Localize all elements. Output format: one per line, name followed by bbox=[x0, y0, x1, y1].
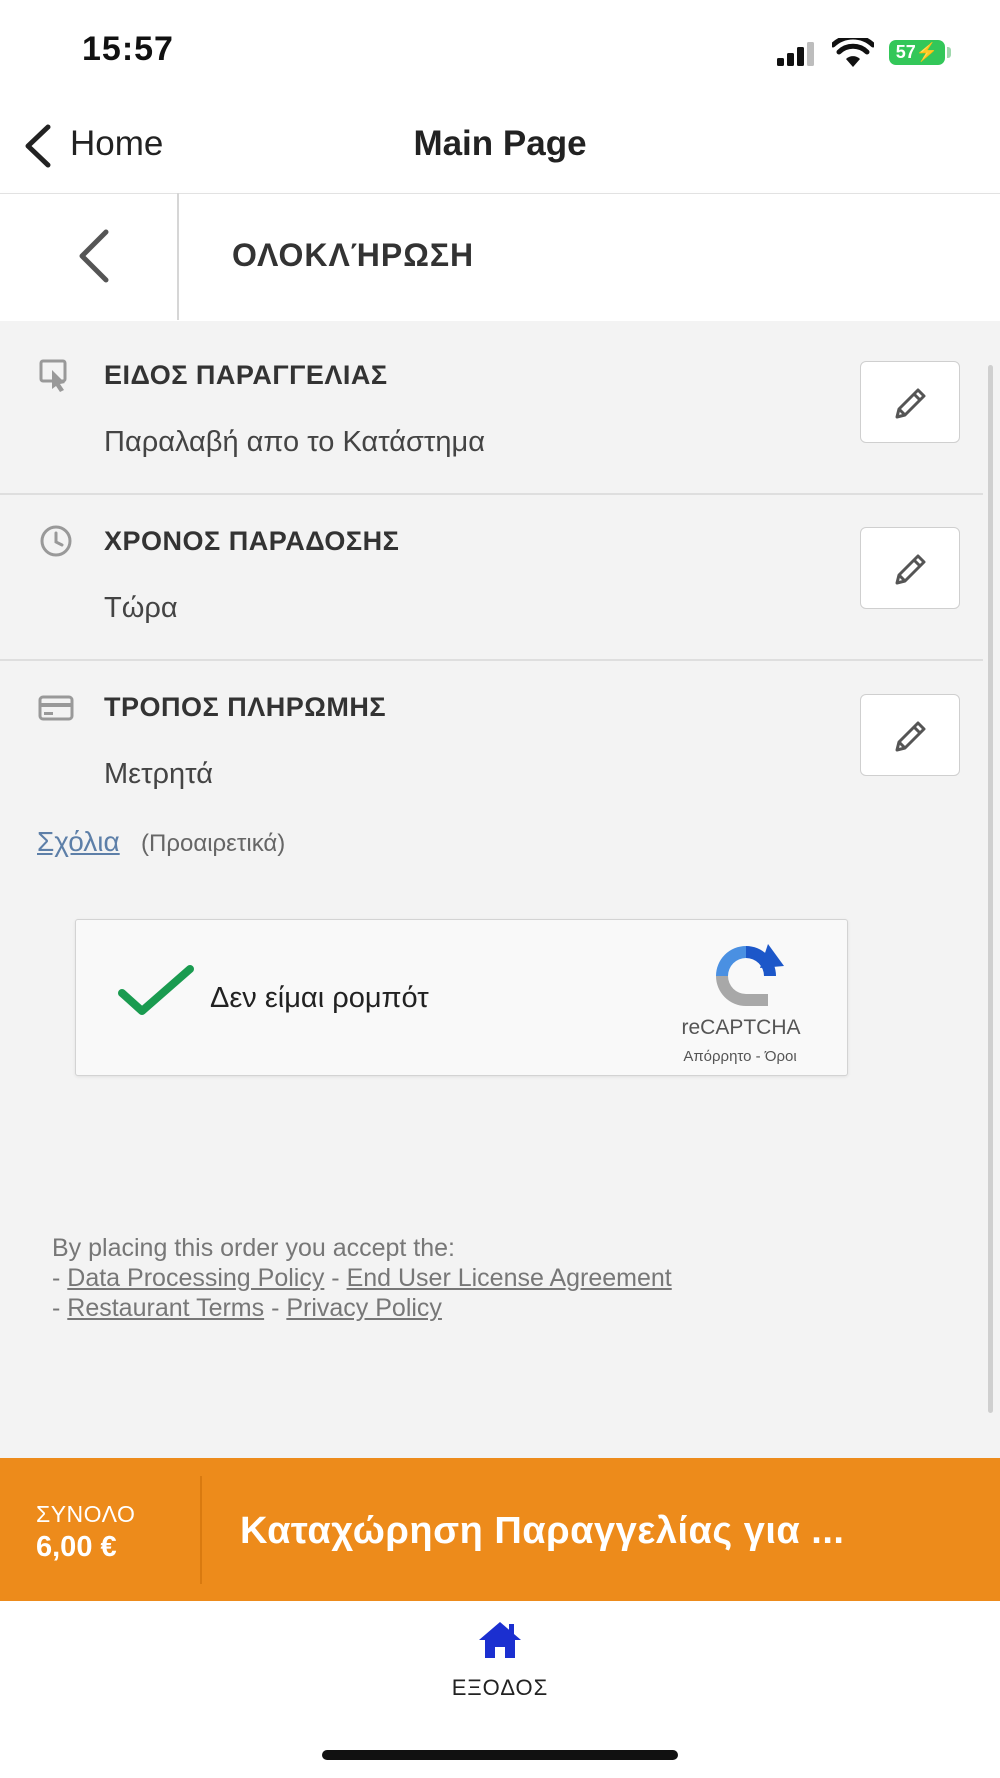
payment-method-value: Μετρητά bbox=[104, 758, 213, 790]
signal-icon bbox=[777, 42, 814, 66]
total-value: 6,00 € bbox=[36, 1531, 117, 1563]
battery-tip bbox=[947, 47, 951, 58]
delivery-time-value: Τώρα bbox=[104, 592, 178, 624]
pencil-icon bbox=[895, 721, 926, 752]
scrollbar[interactable] bbox=[988, 365, 993, 1413]
section-divider bbox=[0, 493, 983, 495]
clock-icon bbox=[40, 525, 72, 557]
recaptcha-privacy-link[interactable]: Απόρρητο bbox=[683, 1048, 751, 1065]
recaptcha-logo-icon bbox=[716, 944, 784, 1006]
recaptcha-links: Απόρρητο - Όροι bbox=[640, 1048, 840, 1065]
legal-separator: - bbox=[264, 1294, 287, 1322]
restaurant-terms-link[interactable]: Restaurant Terms bbox=[67, 1294, 264, 1322]
charging-icon: ⚡ bbox=[915, 42, 939, 62]
section-divider bbox=[0, 659, 983, 661]
legal-intro: By placing this order you accept the: bbox=[52, 1234, 456, 1262]
pencil-icon bbox=[895, 554, 926, 585]
checkmark-icon[interactable] bbox=[118, 963, 194, 1019]
delivery-time-title: ΧΡΟΝΟΣ ΠΑΡΑΔΟΣΗΣ bbox=[104, 526, 400, 556]
payment-method-title: ΤΡΟΠΟΣ ΠΛΗΡΩΜΗΣ bbox=[104, 692, 387, 722]
legal-line-2: - Restaurant Terms - Privacy Policy bbox=[52, 1293, 442, 1323]
header-divider bbox=[177, 193, 179, 320]
exit-tab-label[interactable]: ΕΞΟΔΟΣ bbox=[0, 1675, 1000, 1701]
total-label: ΣΥΝΟΛΟ bbox=[36, 1501, 136, 1527]
page-header bbox=[0, 193, 1000, 321]
recaptcha-label: Δεν είμαι ρομπότ bbox=[210, 982, 429, 1014]
hand-pointer-icon bbox=[39, 359, 67, 392]
recaptcha-terms-link[interactable]: Όροι bbox=[765, 1048, 797, 1065]
home-icon[interactable] bbox=[477, 1620, 523, 1660]
battery-level: 57 bbox=[895, 42, 916, 62]
legal-separator: - bbox=[324, 1264, 347, 1292]
nav-title: Main Page bbox=[413, 124, 587, 163]
edit-order-type-button[interactable] bbox=[860, 361, 960, 443]
comments-link[interactable]: Σχόλια bbox=[37, 826, 120, 858]
credit-card-icon bbox=[38, 695, 74, 721]
eula-link[interactable]: End User License Agreement bbox=[347, 1264, 672, 1292]
data-processing-policy-link[interactable]: Data Processing Policy bbox=[67, 1264, 324, 1292]
pencil-icon bbox=[895, 388, 926, 419]
status-time: 15:57 bbox=[82, 30, 174, 68]
legal-line-1: - Data Processing Policy - End User Lice… bbox=[52, 1263, 672, 1293]
edit-delivery-time-button[interactable] bbox=[860, 527, 960, 609]
submit-order-button[interactable]: Καταχώρηση Παραγγελίας για ... bbox=[240, 1510, 844, 1553]
battery-indicator: 57⚡ bbox=[889, 40, 945, 65]
order-type-title: ΕΙΔΟΣ ΠΑΡΑΓΓΕΛΙΑΣ bbox=[104, 360, 388, 390]
order-bar-divider bbox=[200, 1476, 202, 1584]
legal-dash: - bbox=[52, 1264, 68, 1292]
page-title: ΟΛΟΚΛΉΡΩΣΗ bbox=[232, 237, 475, 273]
recaptcha-links-separator: - bbox=[751, 1048, 765, 1065]
comments-optional-label: (Προαιρετικά) bbox=[141, 830, 286, 857]
recaptcha-brand: reCAPTCHA bbox=[681, 1016, 801, 1039]
order-type-value: Παραλαβή απο το Κατάστημα bbox=[104, 426, 485, 458]
home-indicator bbox=[322, 1750, 678, 1760]
legal-dash: - bbox=[52, 1294, 68, 1322]
header-back-chevron-icon[interactable] bbox=[70, 228, 120, 284]
wifi-icon bbox=[832, 38, 874, 67]
edit-payment-method-button[interactable] bbox=[860, 694, 960, 776]
privacy-policy-link[interactable]: Privacy Policy bbox=[286, 1294, 442, 1322]
